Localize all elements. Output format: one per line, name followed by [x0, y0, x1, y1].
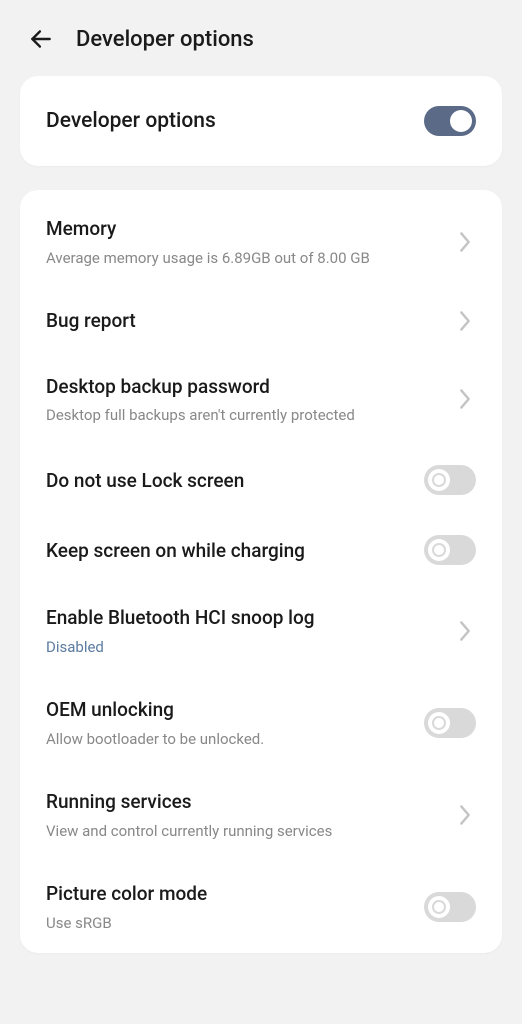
chevron-right-icon: [454, 310, 476, 332]
setting-subtitle: Use sRGB: [46, 913, 410, 933]
setting-text: Memory Average memory usage is 6.89GB out…: [46, 216, 454, 268]
setting-title: Memory: [46, 216, 440, 242]
setting-title: Enable Bluetooth HCI snoop log: [46, 605, 440, 631]
setting-text: Desktop backup password Desktop full back…: [46, 374, 454, 426]
setting-row-keep-screen-on-while-charging[interactable]: Keep screen on while charging: [20, 515, 502, 585]
oem-unlocking-toggle[interactable]: [424, 708, 476, 738]
setting-text: Running services View and control current…: [46, 789, 454, 841]
setting-subtitle: Average memory usage is 6.89GB out of 8.…: [46, 248, 440, 268]
setting-title: Keep screen on while charging: [46, 538, 410, 564]
setting-row-desktop-backup-password[interactable]: Desktop backup password Desktop full back…: [20, 354, 502, 446]
page-title: Developer options: [76, 27, 254, 52]
setting-row-do-not-use-lock-screen[interactable]: Do not use Lock screen: [20, 445, 502, 515]
setting-title: Bug report: [46, 308, 440, 334]
chevron-right-icon: [454, 620, 476, 642]
setting-text: Picture color mode Use sRGB: [46, 881, 424, 933]
do-not-use-lock-screen-toggle[interactable]: [424, 465, 476, 495]
app-header: Developer options: [0, 0, 522, 76]
setting-text: Do not use Lock screen: [46, 468, 424, 494]
setting-subtitle: Allow bootloader to be unlocked.: [46, 729, 410, 749]
setting-text: Keep screen on while charging: [46, 538, 424, 564]
setting-text: Bug report: [46, 308, 454, 334]
picture-color-mode-toggle[interactable]: [424, 892, 476, 922]
setting-subtitle: View and control currently running servi…: [46, 821, 440, 841]
setting-title: OEM unlocking: [46, 697, 410, 723]
setting-title: Desktop backup password: [46, 374, 440, 400]
setting-text: OEM unlocking Allow bootloader to be unlo…: [46, 697, 424, 749]
developer-options-toggle-row[interactable]: Developer options: [20, 76, 502, 166]
setting-row-oem-unlocking[interactable]: OEM unlocking Allow bootloader to be unlo…: [20, 677, 502, 769]
setting-row-picture-color-mode[interactable]: Picture color mode Use sRGB: [20, 861, 502, 953]
chevron-right-icon: [454, 804, 476, 826]
back-icon[interactable]: [28, 26, 54, 52]
keep-screen-on-while-charging-toggle[interactable]: [424, 535, 476, 565]
setting-text: Enable Bluetooth HCI snoop log Disabled: [46, 605, 454, 657]
master-toggle-label: Developer options: [46, 109, 216, 133]
setting-title: Running services: [46, 789, 440, 815]
setting-title: Do not use Lock screen: [46, 468, 410, 494]
chevron-right-icon: [454, 231, 476, 253]
settings-list-card: Memory Average memory usage is 6.89GB out…: [20, 190, 502, 953]
setting-row-memory[interactable]: Memory Average memory usage is 6.89GB out…: [20, 190, 502, 288]
setting-subtitle: Disabled: [46, 637, 440, 657]
master-toggle-card: Developer options: [20, 76, 502, 166]
setting-subtitle: Desktop full backups aren't currently pr…: [46, 405, 440, 425]
developer-options-toggle[interactable]: [424, 106, 476, 136]
chevron-right-icon: [454, 388, 476, 410]
setting-title: Picture color mode: [46, 881, 410, 907]
setting-row-enable-bluetooth-hci-snoop-log[interactable]: Enable Bluetooth HCI snoop log Disabled: [20, 585, 502, 677]
setting-row-running-services[interactable]: Running services View and control current…: [20, 769, 502, 861]
setting-row-bug-report[interactable]: Bug report: [20, 288, 502, 354]
